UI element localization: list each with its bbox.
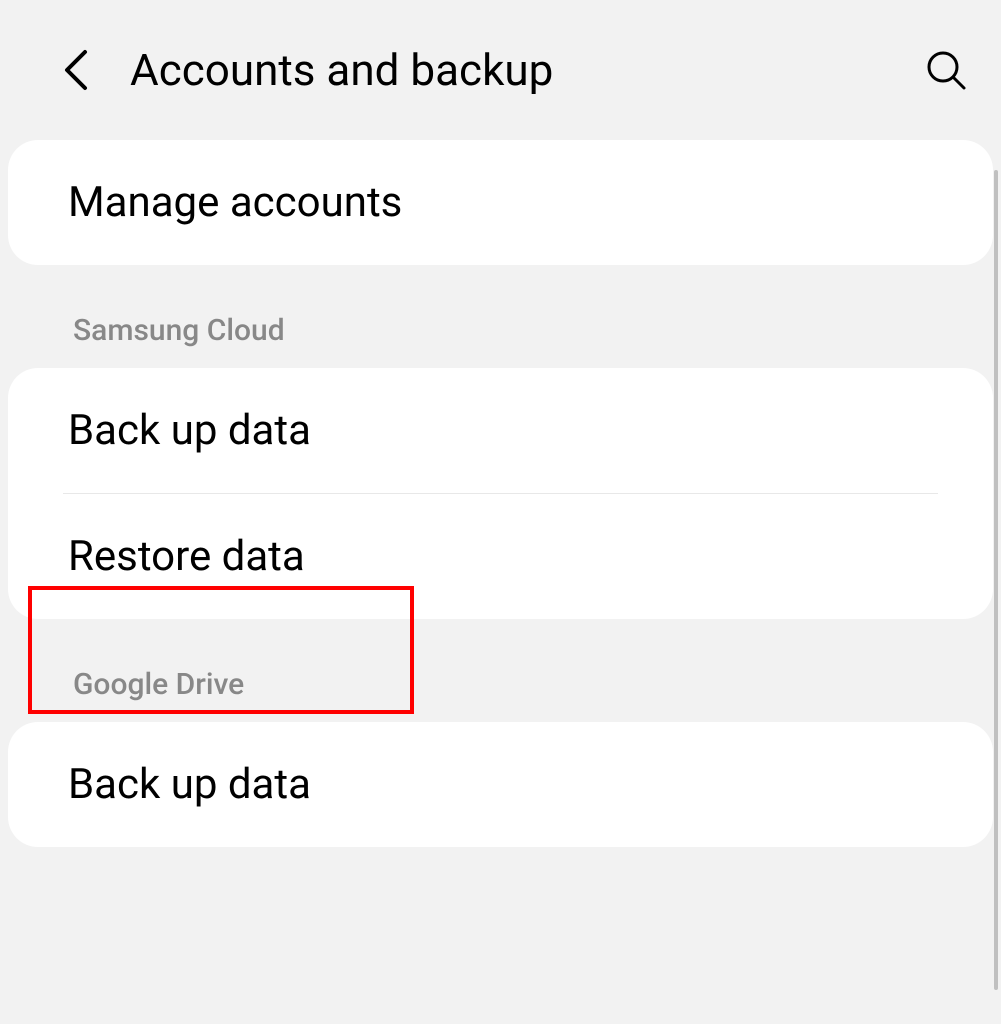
- content-area: Manage accounts Samsung Cloud Back up da…: [0, 140, 1001, 847]
- section-header-google-drive: Google Drive: [8, 627, 993, 722]
- scrollbar[interactable]: [994, 170, 998, 990]
- back-icon[interactable]: [50, 45, 100, 95]
- restore-data-item[interactable]: Restore data: [8, 494, 993, 619]
- backup-data-google-item[interactable]: Back up data: [8, 722, 993, 847]
- section-accounts: Manage accounts: [8, 140, 993, 265]
- section-google-drive: Back up data: [8, 722, 993, 847]
- backup-data-samsung-item[interactable]: Back up data: [8, 368, 993, 493]
- section-header-samsung-cloud: Samsung Cloud: [8, 273, 993, 368]
- section-samsung-cloud: Back up data Restore data: [8, 368, 993, 619]
- page-title: Accounts and backup: [130, 44, 921, 96]
- search-icon[interactable]: [921, 45, 971, 95]
- manage-accounts-item[interactable]: Manage accounts: [8, 140, 993, 265]
- header: Accounts and backup: [0, 0, 1001, 140]
